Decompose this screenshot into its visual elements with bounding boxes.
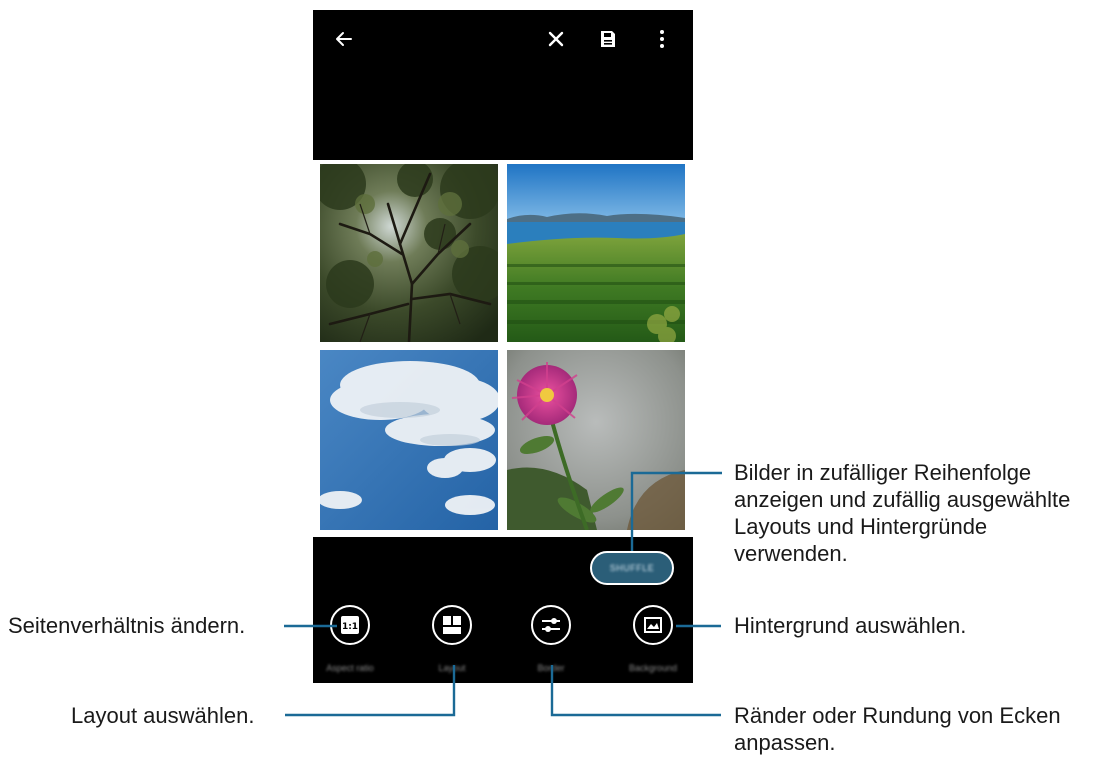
border-annotation: Ränder oder Rundung von Ecken anpassen. — [734, 702, 1061, 756]
shuffle-annotation-line-1: Bilder in zufälliger Reihenfolge — [734, 460, 1032, 485]
callout-lines — [284, 471, 722, 717]
shuffle-annotation-line-4: verwenden. — [734, 541, 848, 566]
border-annotation-line-2: anpassen. — [734, 730, 836, 755]
shuffle-annotation-line-2: anzeigen und zufällig ausgewählte — [734, 487, 1071, 512]
layout-callout-line — [285, 665, 456, 717]
shuffle-annotation: Bilder in zufälliger Reihenfolge anzeige… — [734, 459, 1070, 567]
border-annotation-line-1: Ränder oder Rundung von Ecken — [734, 703, 1061, 728]
border-callout-line — [550, 665, 721, 717]
aspect-ratio-annotation: Seitenverhältnis ändern. — [8, 613, 246, 638]
layout-annotation: Layout auswählen. — [71, 703, 255, 728]
background-annotation: Hintergrund auswählen. — [734, 613, 967, 638]
shuffle-annotation-line-3: Layouts und Hintergründe — [734, 514, 988, 539]
shuffle-callout-line — [630, 471, 722, 551]
